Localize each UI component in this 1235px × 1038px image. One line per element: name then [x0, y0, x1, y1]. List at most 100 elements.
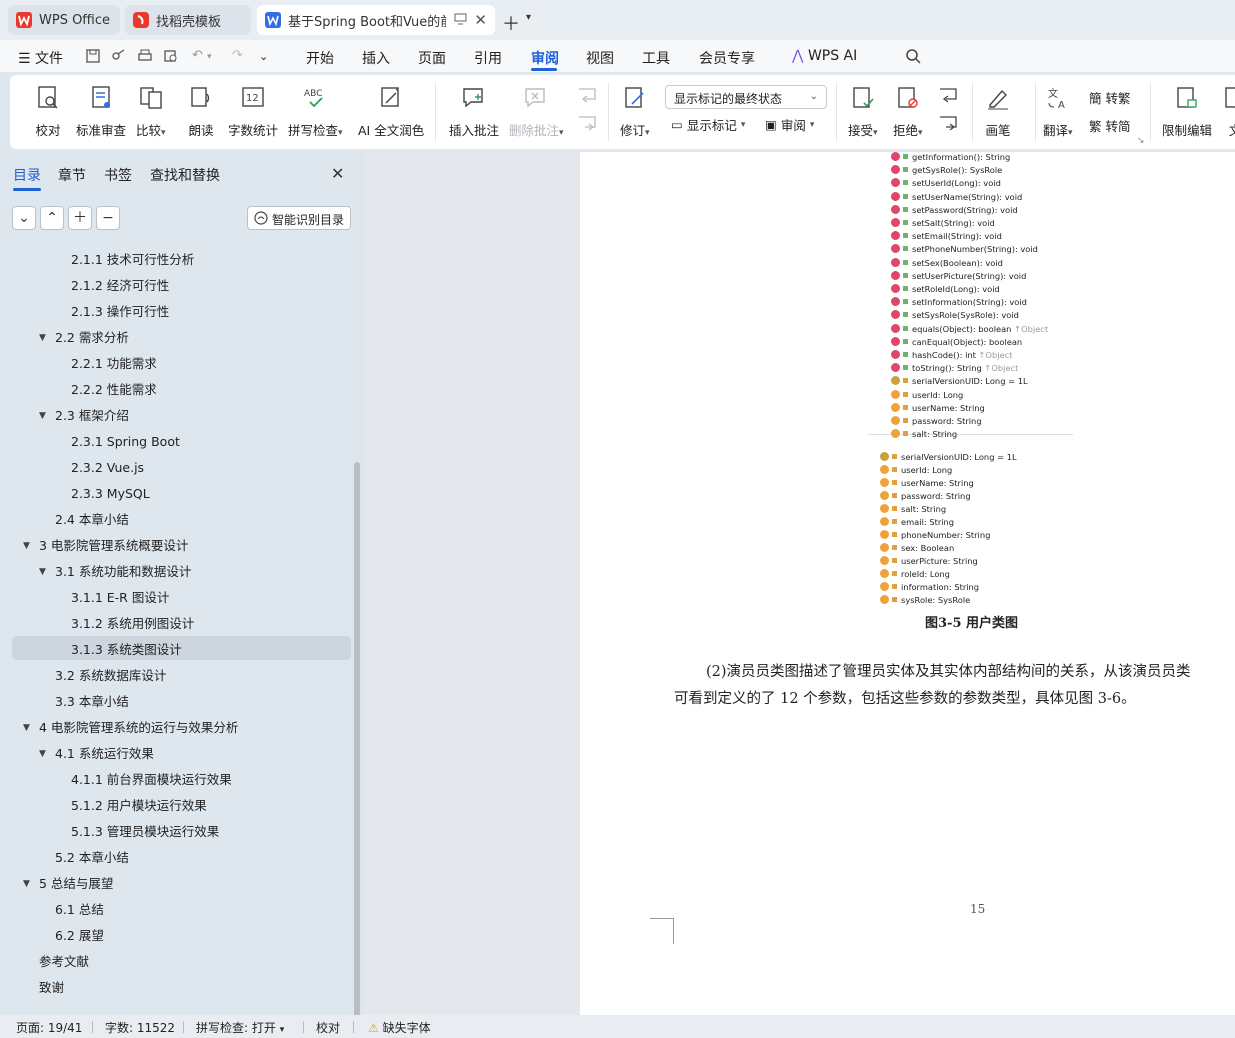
spell-check-indicator[interactable]: 拼写检查: 打开 ▾ [196, 1019, 284, 1036]
undo-icon[interactable]: ↶ ▾ [192, 48, 212, 63]
menu-item-member[interactable]: 会员专享 [699, 48, 755, 68]
toc-item[interactable]: 5.2 本章小结 [55, 845, 129, 871]
expand-toggle-icon[interactable]: ▼ [23, 871, 30, 897]
toc-item[interactable]: 6.1 总结 [55, 897, 104, 923]
print-preview-icon[interactable] [163, 48, 179, 64]
menu-item-tools[interactable]: 工具 [642, 48, 670, 68]
track-changes-button[interactable]: 修订▾ [620, 85, 650, 139]
toc-item[interactable]: 3.1.3 系统类图设计 [71, 637, 182, 663]
proofread-indicator[interactable]: 校对 [316, 1019, 340, 1036]
toc-item[interactable]: 2.4 本章小结 [55, 507, 129, 533]
toc-item[interactable]: 4.1.1 前台界面模块运行效果 [71, 767, 232, 793]
toc-item[interactable]: 参考文献 [39, 949, 89, 975]
compare-button[interactable]: 比较▾ [136, 85, 166, 139]
insert-comment-button[interactable]: 插入批注 [449, 85, 499, 139]
nav-tab-bookmarks[interactable]: 书签 [104, 165, 132, 185]
word-count-button[interactable]: 12 字数统计 [228, 85, 278, 139]
search-icon[interactable] [905, 48, 921, 64]
toc-item[interactable]: 3.1.2 系统用例图设计 [71, 611, 194, 637]
nav-tab-toc[interactable]: 目录 [13, 165, 41, 185]
toc-item[interactable]: ▼ 5 总结与展望 [23, 871, 113, 897]
delete-comment-button[interactable]: 删除批注▾ [509, 85, 564, 139]
toc-item[interactable]: 2.1.1 技术可行性分析 [71, 247, 194, 273]
tab-document[interactable]: 基于Spring Boot和Vue的前后 ✕ [257, 5, 495, 35]
missing-font-indicator[interactable]: ⚠ 缺失字体 [368, 1019, 431, 1036]
toc-item[interactable]: 2.3.2 Vue.js [71, 455, 144, 481]
print-icon[interactable] [137, 48, 153, 64]
review-pane-button[interactable]: ▣ 审阅 ▾ [765, 115, 814, 134]
expand-toggle-icon[interactable]: ▼ [39, 403, 46, 429]
wps-ai-menu[interactable]: ⋀ WPS AI [792, 48, 857, 64]
menu-item-review[interactable]: 审阅 [531, 48, 559, 68]
restrict-edit-button[interactable]: 限制编辑 [1162, 85, 1212, 139]
menu-item-page[interactable]: 页面 [418, 48, 446, 68]
monitor-icon[interactable] [454, 13, 467, 25]
tab-wps-office[interactable]: WPS Office [8, 5, 120, 35]
save-icon[interactable] [85, 48, 101, 64]
expand-toggle-icon[interactable]: ▼ [39, 559, 46, 585]
reject-button[interactable]: 拒绝▾ [893, 85, 923, 139]
expand-all-button[interactable]: ⌄ [12, 206, 36, 230]
word-count-indicator[interactable]: 字数: 11522 [105, 1019, 175, 1036]
ai-polish-button[interactable]: AI 全文润色 [358, 85, 424, 139]
more-quick-actions-icon[interactable]: ⌄ [259, 50, 268, 63]
chevron-down-icon[interactable]: ▾ [526, 12, 531, 23]
pen-button[interactable]: 画笔 [985, 85, 1011, 139]
nav-tab-chapters[interactable]: 章节 [58, 165, 86, 185]
toc-item[interactable]: 2.2.1 功能需求 [71, 351, 157, 377]
close-pane-icon[interactable]: ✕ [331, 164, 344, 183]
standard-review-button[interactable]: 标准审查 [76, 85, 126, 139]
share-icon[interactable] [111, 48, 127, 64]
toc-item[interactable]: 2.3.3 MySQL [71, 481, 150, 507]
remove-heading-button[interactable]: − [96, 206, 120, 230]
expand-toggle-icon[interactable]: ▼ [39, 741, 46, 767]
proofread-button[interactable]: 校对 [35, 85, 61, 139]
smart-toc-button[interactable]: 智能识别目录 [247, 206, 351, 230]
file-menu[interactable]: ☰ 文件 [18, 48, 63, 68]
previous-change-icon[interactable] [938, 87, 958, 105]
toc-item[interactable]: 2.1.2 经济可行性 [71, 273, 169, 299]
document-page[interactable]: getInformation(): String getSysRole(): Sy… [580, 152, 1235, 1015]
toc-item[interactable]: 2.3.1 Spring Boot [71, 429, 180, 455]
toc-item[interactable]: ▼ 2.2 需求分析 [39, 325, 129, 351]
next-change-icon[interactable] [938, 115, 958, 133]
toc-item[interactable]: 2.2.2 性能需求 [71, 377, 157, 403]
read-aloud-button[interactable]: 朗读 [188, 85, 214, 139]
toc-item[interactable]: ▼ 4 电影院管理系统的运行与效果分析 [23, 715, 238, 741]
toc-item[interactable]: 6.2 展望 [55, 923, 104, 949]
toc-item[interactable]: 5.1.3 管理员模块运行效果 [71, 819, 219, 845]
toc-item[interactable]: 3.3 本章小结 [55, 689, 129, 715]
toc-item[interactable]: 5.1.2 用户模块运行效果 [71, 793, 207, 819]
document-protect-button[interactable]: 文 [1222, 85, 1235, 139]
expand-toggle-icon[interactable]: ▼ [23, 533, 30, 559]
new-tab-icon[interactable]: ＋ [502, 10, 520, 36]
toc-item[interactable]: 3.1.1 E-R 图设计 [71, 585, 169, 611]
collapse-all-button[interactable]: ⌃ [40, 206, 64, 230]
redo-icon[interactable]: ↷ [232, 48, 243, 63]
markup-state-select[interactable]: 显示标记的最终状态 ⌄ [665, 85, 827, 109]
toc-item[interactable]: ▼ 3 电影院管理系统概要设计 [23, 533, 188, 559]
menu-item-reference[interactable]: 引用 [474, 48, 502, 68]
toc-item[interactable]: 3.2 系统数据库设计 [55, 663, 166, 689]
spell-check-button[interactable]: ABC 拼写检查▾ [288, 85, 343, 139]
toc-item[interactable]: ▼ 3.1 系统功能和数据设计 [39, 559, 191, 585]
menu-item-home[interactable]: 开始 [306, 48, 334, 68]
show-markup-button[interactable]: ▭ 显示标记 ▾ [671, 115, 745, 134]
previous-comment-icon[interactable] [577, 87, 597, 105]
toc-item[interactable]: ▼ 2.3 框架介绍 [39, 403, 129, 429]
toc-scrollbar[interactable] [354, 462, 360, 1017]
toc-item[interactable]: ▼ 4.1 系统运行效果 [39, 741, 154, 767]
toc-item[interactable]: ▼2.1 可行性分析 [55, 240, 141, 247]
tab-docer-templates[interactable]: 找稻壳模板 [125, 5, 251, 35]
expand-toggle-icon[interactable]: ▼ [23, 715, 30, 741]
page-indicator[interactable]: 页面: 19/41 [16, 1019, 82, 1036]
accept-button[interactable]: 接受▾ [848, 85, 878, 139]
expand-group-icon[interactable]: ↘ [1137, 136, 1145, 146]
toc-item[interactable]: 致谢 [39, 975, 64, 1001]
toc-item[interactable]: 2.1.3 操作可行性 [71, 299, 169, 325]
expand-toggle-icon[interactable]: ▼ [39, 325, 46, 351]
close-tab-icon[interactable]: ✕ [474, 11, 487, 29]
add-heading-button[interactable]: ＋ [68, 206, 92, 230]
translate-button[interactable]: 文A 翻译▾ [1043, 85, 1073, 139]
menu-item-view[interactable]: 视图 [586, 48, 614, 68]
